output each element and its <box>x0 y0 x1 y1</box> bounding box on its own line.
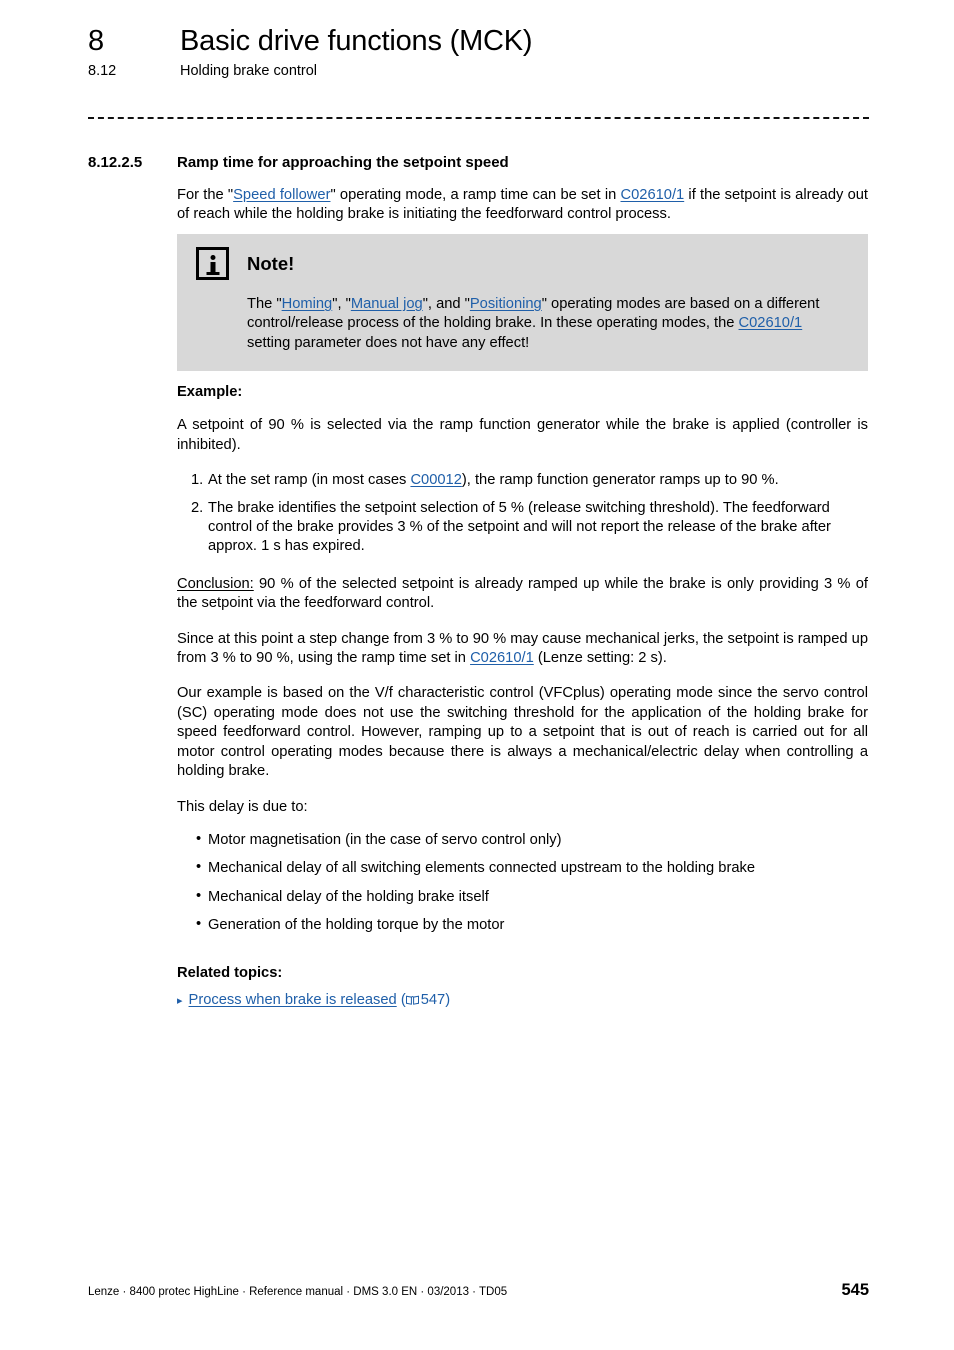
note-text-3: ", and " <box>422 296 470 312</box>
related-topics-item[interactable]: ▸ Process when brake is released (547) <box>177 991 868 1011</box>
header-section-row: 8.12 Holding brake control <box>88 62 868 81</box>
main-content: Example: A setpoint of 90 % is selected … <box>177 383 868 1011</box>
footer-page-number: 545 <box>841 1281 869 1299</box>
header-divider <box>88 117 869 119</box>
delay-lead-in: This delay is due to: <box>177 798 308 815</box>
page-reference: (547) <box>397 992 450 1008</box>
bullet-marker: • <box>196 887 202 904</box>
list-item: • Mechanical delay of all switching eleme… <box>177 859 868 878</box>
step-1-text-2: ), the ramp function generator ramps up … <box>461 472 779 489</box>
conclusion-label: Conclusion: <box>177 575 254 592</box>
header-section-title: Holding brake control <box>180 63 318 79</box>
section-heading-title: Ramp time for approaching the setpoint s… <box>177 154 509 171</box>
list-item: • Motor magnetisation (in the case of ser… <box>177 831 868 850</box>
triangle-right-icon: ▸ <box>177 994 183 1007</box>
note-text-2: ", " <box>332 296 351 312</box>
bullet-marker: • <box>196 916 202 933</box>
bullet-marker: • <box>196 859 202 876</box>
step-2-text: The brake identifies the setpoint select… <box>208 499 831 555</box>
header-chapter-title: Basic drive functions (MCK) <box>180 25 533 57</box>
conclusion-paragraph: Conclusion: 90 % of the selected setpoin… <box>177 575 868 614</box>
list-marker: 1. <box>191 472 204 489</box>
related-link-wrapper: Process when brake is released (547) <box>189 991 451 1010</box>
page-ref-number: 547 <box>420 991 446 1008</box>
note-title: Note! <box>247 252 295 274</box>
link-positioning[interactable]: Positioning <box>470 296 542 312</box>
intro-text-2: " operating mode, a ramp time can be set… <box>330 187 621 203</box>
header-chapter-number: 8 <box>88 25 104 57</box>
list-marker: 2. <box>191 499 204 516</box>
info-icon-dot <box>210 255 215 260</box>
note-text-5: setting parameter does not have any effe… <box>247 334 530 351</box>
delay-item-text: Mechanical delay of all switching elemen… <box>208 860 756 877</box>
note-body: The "Homing", "Manual jog", and "Positio… <box>196 295 849 353</box>
link-manual-jog[interactable]: Manual jog <box>351 296 423 312</box>
note-text-1: The " <box>247 296 282 312</box>
section-heading-number: 8.12.2.5 <box>88 154 143 171</box>
related-topics-heading: Related topics: <box>177 964 283 981</box>
step-1-text-1: At the set ramp (in most cases <box>208 472 411 489</box>
list-item: • Mechanical delay of the holding brake i… <box>177 888 868 907</box>
intro-block: For the "Speed follower" operating mode,… <box>177 186 868 225</box>
note-box: Note! The "Homing", "Manual jog", and "P… <box>177 234 868 372</box>
delay-cause-list: • Motor magnetisation (in the case of ser… <box>177 831 868 936</box>
example-heading: Example: <box>177 384 243 400</box>
link-process-when-brake-is-released[interactable]: Process when brake is released <box>189 992 397 1008</box>
section-heading: 8.12.2.5 Ramp time for approaching the s… <box>88 153 868 173</box>
example-intro-paragraph: A setpoint of 90 % is selected via the r… <box>177 417 868 453</box>
document-page: 8 Basic drive functions (MCK) 8.12 Holdi… <box>0 0 954 1350</box>
info-icon-base <box>206 272 219 275</box>
intro-text-1: For the " <box>177 187 234 203</box>
link-speed-follower[interactable]: Speed follower <box>233 187 330 203</box>
info-icon <box>196 247 229 280</box>
list-item: 2. The brake identifies the setpoint sele… <box>177 499 868 557</box>
delay-item-text: Mechanical delay of the holding brake it… <box>208 888 489 905</box>
intro-paragraph: For the "Speed follower" operating mode,… <box>177 186 868 225</box>
list-item: • Generation of the holding torque by the… <box>177 916 868 935</box>
delay-item-text: Motor magnetisation (in the case of serv… <box>208 831 562 848</box>
link-c02610-1-intro[interactable]: C02610/1 <box>621 187 685 203</box>
info-icon-stem <box>210 262 215 272</box>
ramp-text-2: (Lenze setting: 2 s). <box>533 650 667 667</box>
page-footer: Lenze · 8400 protec HighLine · Reference… <box>88 1281 869 1299</box>
example-step-list: 1. At the set ramp (in most cases C00012)… <box>177 471 868 557</box>
vf-control-paragraph: Our example is based on the V/f characte… <box>177 685 868 780</box>
list-item: 1. At the set ramp (in most cases C00012)… <box>177 471 868 490</box>
link-c00012[interactable]: C00012 <box>410 472 461 488</box>
delay-item-text: Generation of the holding torque by the … <box>208 917 505 934</box>
bullet-marker: • <box>196 830 202 847</box>
conclusion-text: 90 % of the selected setpoint is already… <box>177 575 868 612</box>
link-homing[interactable]: Homing <box>282 296 333 312</box>
running-header: 8 Basic drive functions (MCK) 8.12 Holdi… <box>88 24 868 81</box>
link-c02610-1-ramp[interactable]: C02610/1 <box>470 650 534 666</box>
book-icon <box>405 995 419 1005</box>
link-c02610-1-note[interactable]: C02610/1 <box>739 315 803 331</box>
page-ref-close: ) <box>445 991 451 1008</box>
header-chapter-row: 8 Basic drive functions (MCK) <box>88 24 868 58</box>
header-section-number: 8.12 <box>88 63 117 79</box>
note-header: Note! <box>196 247 849 280</box>
footer-imprint: Lenze · 8400 protec HighLine · Reference… <box>88 1286 508 1298</box>
ramp-paragraph: Since at this point a step change from 3… <box>177 630 868 669</box>
